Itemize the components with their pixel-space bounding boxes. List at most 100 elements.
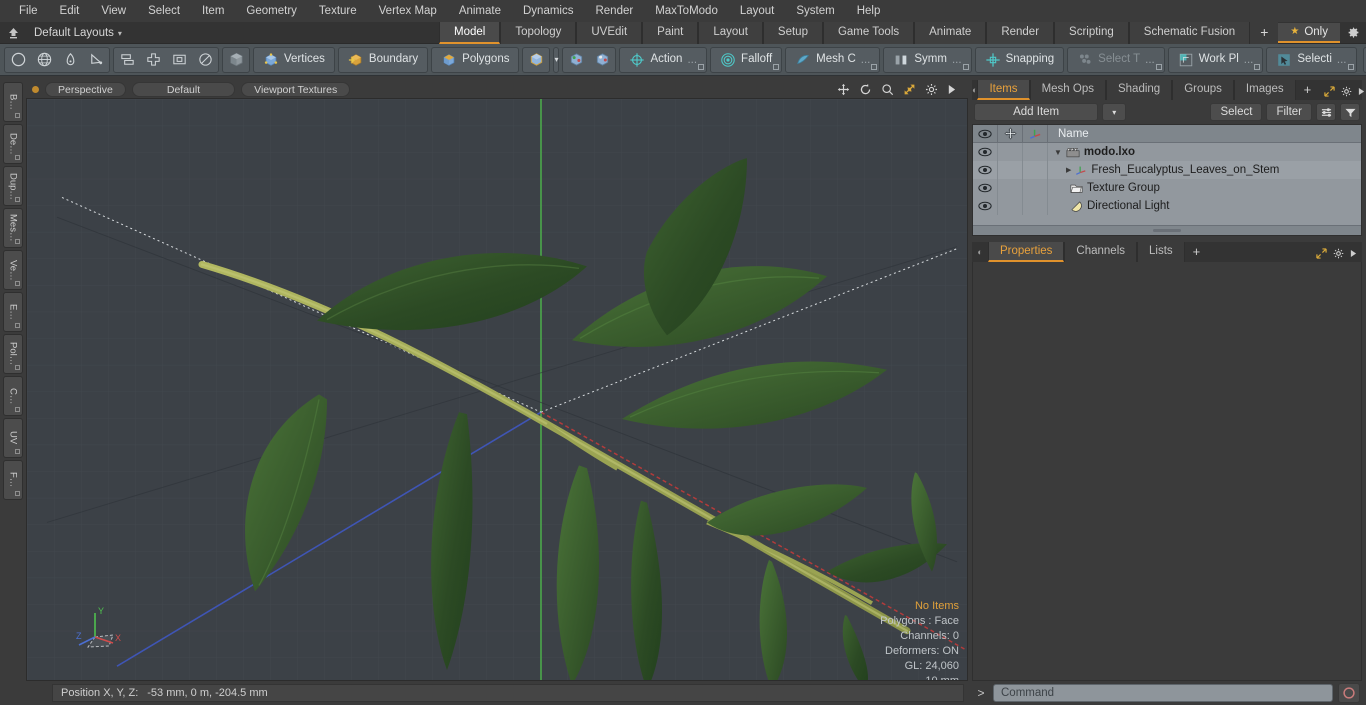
- tab-items[interactable]: Items: [977, 80, 1030, 100]
- record-icon[interactable]: [1338, 683, 1360, 703]
- filter-button[interactable]: Filter: [1266, 103, 1312, 121]
- select-through-button[interactable]: Select T ...: [1067, 46, 1165, 73]
- tab-layout[interactable]: Layout: [698, 21, 763, 44]
- row-visibility-toggle[interactable]: [973, 143, 998, 161]
- properties-add-tab-button[interactable]: +: [1185, 242, 1209, 262]
- viewport-3d[interactable]: No Items Polygons : Face Channels: 0 Def…: [26, 98, 968, 681]
- play-icon[interactable]: [947, 84, 956, 95]
- tab-paint[interactable]: Paint: [642, 21, 699, 44]
- work-plane-button[interactable]: Work Pl ...: [1167, 46, 1264, 73]
- viewport-projection-chip[interactable]: Perspective: [45, 81, 126, 97]
- left-tab-basic[interactable]: B…: [3, 82, 23, 122]
- symmetry-button[interactable]: Symm ...: [883, 46, 972, 73]
- ellipse-icon[interactable]: [192, 48, 218, 72]
- layout-name[interactable]: Default Layouts ▾: [26, 27, 130, 39]
- action-center-button[interactable]: Action ...: [619, 46, 708, 73]
- left-tab-edge[interactable]: E…: [3, 292, 23, 332]
- selection-mode-boundary[interactable]: Boundary: [337, 46, 429, 73]
- menu-item-system[interactable]: System: [785, 0, 845, 22]
- menu-item-view[interactable]: View: [90, 0, 137, 22]
- menu-item-file[interactable]: File: [8, 0, 49, 22]
- kits-button[interactable]: Kits: [1362, 46, 1366, 73]
- gear-icon[interactable]: [1333, 248, 1344, 262]
- left-tab-deform[interactable]: De…: [3, 124, 23, 164]
- tab-groups[interactable]: Groups: [1172, 80, 1234, 100]
- center-icon[interactable]: [140, 48, 166, 72]
- item-tree-scrollbar[interactable]: [973, 225, 1361, 235]
- left-tab-polygon[interactable]: Pol…: [3, 334, 23, 374]
- tab-uvedit[interactable]: UVEdit: [576, 21, 643, 44]
- solid-cube-icon[interactable]: [223, 48, 249, 72]
- list-options-icon[interactable]: [1316, 103, 1336, 121]
- tab-mesh-ops[interactable]: Mesh Ops: [1029, 80, 1106, 100]
- select-button[interactable]: Select: [1210, 103, 1263, 121]
- tab-render[interactable]: Render: [986, 21, 1055, 44]
- item-tree-row-directional-light[interactable]: Directional Light: [1048, 200, 1361, 212]
- only-toggle-button[interactable]: ★ Only: [1278, 22, 1340, 43]
- item-cube-icon[interactable]: [523, 48, 549, 72]
- arrow-right-icon[interactable]: [1350, 249, 1357, 261]
- pivot-b-icon[interactable]: [589, 48, 615, 72]
- funnel-icon[interactable]: [1340, 103, 1360, 121]
- rotate-icon[interactable]: [859, 83, 872, 96]
- add-item-button[interactable]: Add Item: [974, 103, 1099, 121]
- frame-icon[interactable]: [166, 48, 192, 72]
- globe-icon[interactable]: [31, 48, 57, 72]
- selection-mode-polygons[interactable]: Polygons: [431, 46, 520, 73]
- scroll-grip[interactable]: [1153, 229, 1181, 232]
- pivot-a-icon[interactable]: [563, 48, 589, 72]
- item-tree-row-scene[interactable]: ▼ modo.lxo: [1048, 146, 1361, 158]
- zoom-icon[interactable]: [881, 83, 894, 96]
- row-axis-cell[interactable]: [1023, 197, 1048, 215]
- snapping-button[interactable]: Snapping: [974, 46, 1065, 73]
- menu-item-vertex-map[interactable]: Vertex Map: [368, 0, 448, 22]
- selection-mode-vertices[interactable]: Vertices: [253, 46, 335, 73]
- row-visibility-toggle[interactable]: [973, 197, 998, 215]
- tab-channels[interactable]: Channels: [1064, 242, 1138, 262]
- selection-set-button[interactable]: Selecti ...: [1266, 46, 1357, 73]
- tab-lists[interactable]: Lists: [1137, 242, 1185, 262]
- menu-item-item[interactable]: Item: [191, 0, 235, 22]
- menu-item-texture[interactable]: Texture: [308, 0, 368, 22]
- row-lock-cell[interactable]: [998, 197, 1023, 215]
- align-icon[interactable]: [114, 48, 140, 72]
- tab-topology[interactable]: Topology: [500, 21, 577, 44]
- row-axis-cell[interactable]: [1023, 179, 1048, 197]
- tab-game-tools[interactable]: Game Tools: [822, 21, 915, 44]
- home-up-icon[interactable]: [0, 22, 26, 44]
- tab-properties[interactable]: Properties: [988, 242, 1065, 262]
- expander-icon[interactable]: ▼: [1054, 148, 1062, 157]
- tab-animate[interactable]: Animate: [914, 21, 987, 44]
- row-lock-cell[interactable]: [998, 143, 1023, 161]
- arrow-right-icon[interactable]: [1358, 87, 1365, 99]
- menu-item-maxtomodo[interactable]: MaxToModo: [644, 0, 729, 22]
- item-tree-empty-space[interactable]: [973, 215, 1361, 225]
- item-tree-row-texture-group[interactable]: Texture Group: [1048, 182, 1361, 194]
- expand-icon[interactable]: [1324, 86, 1335, 100]
- tab-scripting[interactable]: Scripting: [1054, 21, 1129, 44]
- add-item-dropdown[interactable]: ▾: [1102, 103, 1127, 121]
- row-visibility-toggle[interactable]: [973, 161, 998, 179]
- left-tab-fusion[interactable]: F…: [3, 460, 23, 500]
- add-tab-button[interactable]: +: [1250, 21, 1279, 44]
- row-visibility-toggle[interactable]: [973, 179, 998, 197]
- table-row[interactable]: Texture Group: [973, 179, 1361, 197]
- table-row[interactable]: Directional Light: [973, 197, 1361, 215]
- item-tree-row-mesh[interactable]: ▶ Fresh_Eucalyptus_Leaves_on_Stem: [1048, 164, 1361, 176]
- left-tab-curve[interactable]: C…: [3, 376, 23, 416]
- pen-icon[interactable]: [57, 48, 83, 72]
- row-axis-cell[interactable]: [1023, 161, 1048, 179]
- item-tree[interactable]: Name ▼ modo.lxo ▶ Fresh_Eucalyptus_Leave…: [972, 124, 1362, 236]
- move-icon[interactable]: [837, 83, 850, 96]
- left-tab-mesh-edit[interactable]: Mes…: [3, 208, 23, 248]
- viewport-style-chip[interactable]: Default: [131, 81, 236, 97]
- menu-item-geometry[interactable]: Geometry: [235, 0, 308, 22]
- menu-item-layout[interactable]: Layout: [729, 0, 786, 22]
- menu-item-help[interactable]: Help: [846, 0, 892, 22]
- tab-schematic-fusion[interactable]: Schematic Fusion: [1128, 21, 1251, 44]
- menu-item-select[interactable]: Select: [137, 0, 191, 22]
- viewport-shading-chip[interactable]: Viewport Textures: [241, 81, 351, 97]
- tab-model[interactable]: Model: [438, 21, 501, 44]
- curve-icon[interactable]: [83, 48, 109, 72]
- items-add-tab-button[interactable]: +: [1296, 80, 1320, 100]
